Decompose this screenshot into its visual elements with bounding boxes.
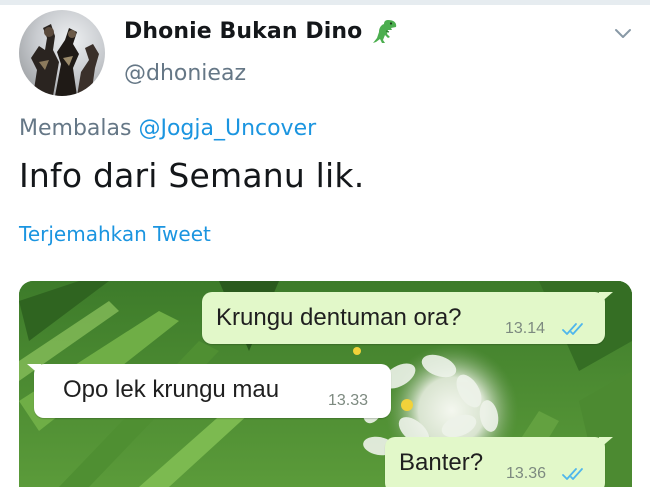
tweet-media-image[interactable]: Krungu dentuman ora? 13.14 Opo lek krung… xyxy=(19,281,632,487)
avatar-wayang-image xyxy=(31,24,99,96)
chat-bubble-outgoing: Banter? 13.36 xyxy=(385,437,605,487)
chat-message-text: Opo lek krungu mau xyxy=(63,376,280,403)
top-divider xyxy=(0,0,650,5)
chat-message-text: Banter? xyxy=(399,449,484,476)
bubble-tail-outgoing xyxy=(599,437,613,449)
reply-context: Membalas @Jogja_Uncover xyxy=(19,116,316,141)
display-name[interactable]: Dhonie Bukan Dino xyxy=(124,19,362,44)
chat-message-time: 13.14 xyxy=(505,320,546,337)
reply-mention-link[interactable]: @Jogja_Uncover xyxy=(138,116,316,141)
chat-message-text: Krungu dentuman ora? xyxy=(216,304,462,331)
avatar[interactable] xyxy=(19,10,105,96)
user-handle[interactable]: @dhonieaz xyxy=(124,61,246,86)
reply-prefix: Membalas xyxy=(19,116,132,141)
read-receipt-icon xyxy=(562,468,583,480)
read-receipt-icon xyxy=(562,323,583,335)
chat-bubble-incoming: Opo lek krungu mau 13.33 xyxy=(34,364,391,418)
chat-bubble-outgoing: Krungu dentuman ora? 13.14 xyxy=(202,292,605,344)
bubble-tail-outgoing xyxy=(599,292,613,304)
t-rex-emoji-icon xyxy=(373,20,397,43)
chevron-down-icon[interactable] xyxy=(612,22,634,44)
bubble-tail-incoming xyxy=(27,364,41,376)
chat-message-time: 13.33 xyxy=(328,392,369,409)
translate-tweet-link[interactable]: Terjemahkan Tweet xyxy=(19,222,211,246)
chat-message-time: 13.36 xyxy=(506,465,547,482)
tweet-text: Info dari Semanu lik. xyxy=(19,156,365,195)
tweet-card: Dhonie Bukan Dino @dhonieaz Membalas @Jo… xyxy=(0,0,650,487)
name-row: Dhonie Bukan Dino xyxy=(124,16,400,46)
